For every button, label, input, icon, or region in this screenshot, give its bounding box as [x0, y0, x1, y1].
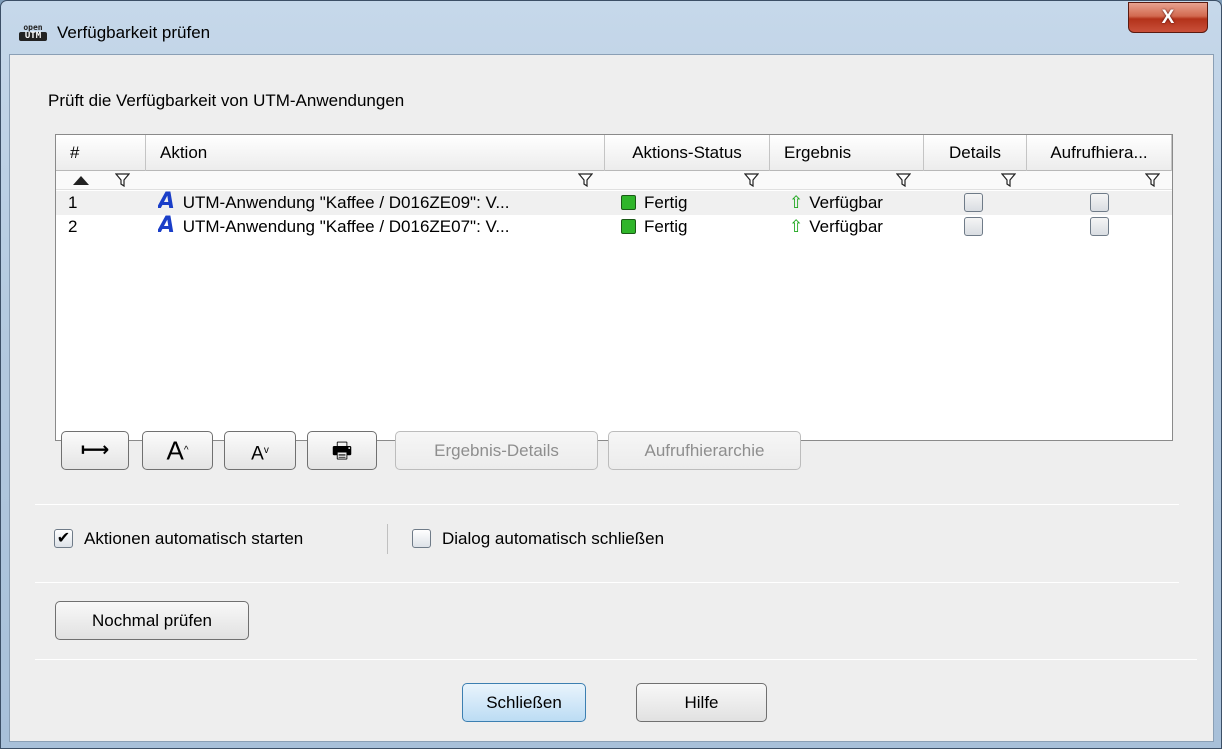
row-action-cell: A UTM-Anwendung "Kaffee / D016ZE07": V..… [158, 215, 598, 239]
status-done-icon [621, 219, 636, 234]
row-action-text: UTM-Anwendung "Kaffee / D016ZE07": V... [182, 217, 510, 236]
row-status-text: Fertig [644, 193, 688, 212]
row-status-text: Fertig [644, 217, 688, 236]
call-hierarchy-button[interactable]: Aufrufhierarchie [608, 431, 801, 470]
row-details-checkbox[interactable] [964, 193, 983, 212]
table-header: # Aktion Aktions-Status Ergebnis Details… [56, 135, 1172, 171]
row-result-cell: ⇧ Verfügbar [789, 191, 883, 215]
font-larger-icon: A [166, 435, 184, 466]
filter-result-icon[interactable] [896, 173, 911, 187]
checkmark-icon: ✔ [56, 530, 71, 547]
row-action-text: UTM-Anwendung "Kaffee / D016ZE09": V... [182, 193, 510, 212]
title-bar[interactable]: open UTM Verfügbarkeit prüfen X [1, 1, 1221, 53]
table-row[interactable]: 1 A UTM-Anwendung "Kaffee / D016ZE09": V… [56, 191, 1172, 215]
openutm-app-icon: open UTM [19, 23, 47, 45]
row-result-cell: ⇧ Verfügbar [789, 215, 883, 239]
options-divider [387, 524, 388, 554]
row-status-cell: Fertig [621, 191, 687, 215]
fit-columns-icon: ⟼ [80, 439, 110, 461]
dialog-content: Prüft die Verfügbarkeit von UTM-Anwendun… [9, 54, 1214, 742]
column-header-result[interactable]: Ergebnis [770, 135, 924, 171]
filter-action-icon[interactable] [578, 173, 593, 187]
font-larger-button[interactable]: A^ [142, 431, 213, 470]
close-window-button[interactable]: X [1128, 2, 1208, 33]
recheck-button[interactable]: Nochmal prüfen [55, 601, 249, 640]
separator [35, 582, 1179, 583]
filter-details-icon[interactable] [1001, 173, 1016, 187]
result-details-button[interactable]: Ergebnis-Details [395, 431, 598, 470]
print-button[interactable]: 🖶 [307, 431, 377, 470]
fit-columns-button[interactable]: ⟼ [61, 431, 129, 470]
row-call-hierarchy-checkbox[interactable] [1090, 217, 1109, 236]
font-smaller-button[interactable]: Av [224, 431, 296, 470]
window-title: Verfügbarkeit prüfen [57, 23, 211, 42]
sort-ascending-icon[interactable] [73, 176, 89, 185]
help-button[interactable]: Hilfe [636, 683, 767, 722]
close-button[interactable]: Schließen [462, 683, 586, 722]
printer-icon: 🖶 [331, 438, 353, 463]
column-header-status[interactable]: Aktions-Status [605, 135, 770, 171]
row-call-hierarchy-checkbox[interactable] [1090, 193, 1109, 212]
up-arrow-icon: ⇧ [789, 217, 804, 236]
column-header-details[interactable]: Details [924, 135, 1027, 171]
filter-status-icon[interactable] [744, 173, 759, 187]
close-icon: X [1161, 7, 1175, 28]
actions-table: # Aktion Aktions-Status Ergebnis Details… [55, 134, 1173, 441]
utm-application-icon: A [158, 191, 176, 214]
row-details-checkbox[interactable] [964, 217, 983, 236]
filter-number-icon[interactable] [115, 173, 130, 187]
table-row[interactable]: 2 A UTM-Anwendung "Kaffee / D016ZE07": V… [56, 215, 1172, 239]
auto-start-checkbox[interactable]: ✔ [54, 529, 73, 548]
filter-call-hierarchy-icon[interactable] [1145, 173, 1160, 187]
font-smaller-icon: A [251, 443, 264, 465]
separator [35, 504, 1179, 505]
filter-row [56, 171, 1172, 190]
dialog-description: Prüft die Verfügbarkeit von UTM-Anwendun… [48, 91, 405, 110]
row-result-text: Verfügbar [809, 193, 883, 212]
row-result-text: Verfügbar [809, 217, 883, 236]
dialog-window: open UTM Verfügbarkeit prüfen X Prüft di… [0, 0, 1222, 749]
auto-close-label[interactable]: Dialog automatisch schließen [442, 527, 664, 551]
status-done-icon [621, 195, 636, 210]
separator [35, 659, 1197, 660]
row-status-cell: Fertig [621, 215, 687, 239]
up-arrow-icon: ⇧ [789, 193, 804, 212]
auto-close-checkbox[interactable] [412, 529, 431, 548]
row-action-cell: A UTM-Anwendung "Kaffee / D016ZE09": V..… [158, 191, 598, 215]
auto-start-label[interactable]: Aktionen automatisch starten [84, 527, 303, 551]
utm-application-icon: A [158, 215, 176, 238]
column-header-call-hierarchy[interactable]: Aufrufhiera... [1027, 135, 1172, 171]
column-header-action[interactable]: Aktion [146, 135, 605, 171]
app-icon-bottom-text: UTM [19, 32, 47, 41]
column-header-number[interactable]: # [56, 135, 146, 171]
row-number: 1 [68, 193, 78, 212]
row-number: 2 [68, 217, 78, 236]
